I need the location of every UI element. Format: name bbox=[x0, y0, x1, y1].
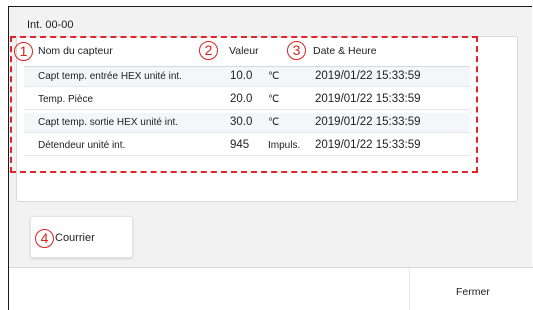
callout-4: 4 bbox=[35, 229, 54, 248]
callout-3: 3 bbox=[287, 41, 306, 60]
window-title: Int. 00-00 bbox=[27, 19, 74, 31]
callout-1: 1 bbox=[14, 42, 33, 61]
close-button-label: Fermer bbox=[456, 286, 490, 298]
close-button[interactable]: Fermer bbox=[409, 268, 533, 310]
callout-2: 2 bbox=[199, 41, 218, 60]
highlight-box bbox=[10, 36, 478, 173]
mail-button-label: Courrier bbox=[55, 232, 95, 244]
